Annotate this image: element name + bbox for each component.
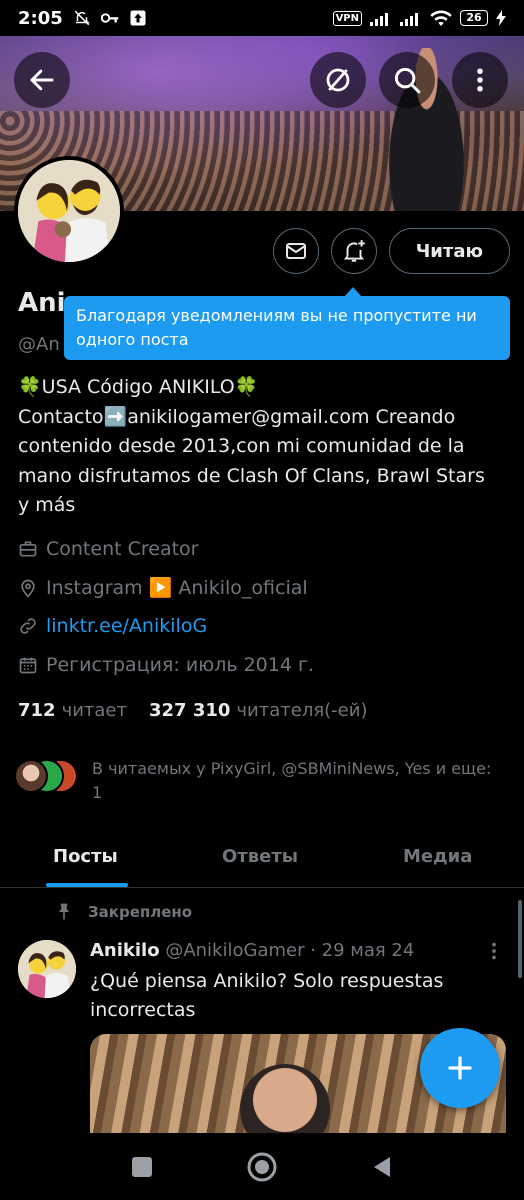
bell-muted-icon [74,10,90,26]
tab-posts[interactable]: Посты [53,846,118,867]
followers-stat[interactable]: 327 310 читателя(-ей) [149,700,367,721]
triangle-back-icon [374,1157,390,1177]
signal-icon [370,13,388,26]
status-time: 2:05 [18,7,63,29]
more-vertical-icon [477,68,483,92]
search-button[interactable] [379,52,435,108]
tab-indicator [46,883,128,887]
wifi-icon [430,10,452,26]
vpn-badge: VPN [332,10,362,26]
status-bar: 2:05 VPN 26 [0,0,524,36]
search-icon [394,67,421,94]
arrow-left-icon [30,69,54,91]
profile-handle: @An [18,334,60,355]
notify-button[interactable] [330,228,377,274]
key-icon [100,13,119,23]
avatar-illustration [18,160,120,262]
notification-tooltip[interactable]: Благодаря уведомлениям вы не пропустите … [64,287,510,360]
recents-button[interactable] [126,1151,158,1183]
battery-indicator: 26 [460,10,488,26]
message-button[interactable] [272,228,319,274]
circle-icon [247,1152,277,1182]
bell-plus-icon [343,240,365,262]
envelope-icon [285,243,306,259]
pinned-label: Закреплено [88,903,193,921]
tweet-author-avatar[interactable] [18,940,76,998]
eye-off-icon [326,68,350,92]
joined-label: Регистрация: июль 2014 г. [46,654,314,676]
tweet-more-button[interactable] [486,940,502,967]
tab-replies[interactable]: Ответы [222,846,298,867]
hide-button[interactable] [310,52,366,108]
compose-button[interactable] [420,1028,500,1108]
back-nav-button[interactable] [366,1151,398,1183]
briefcase-icon [19,541,37,557]
location-pin-icon [21,579,35,598]
upload-box-icon [130,10,146,26]
tooltip-text: Благодаря уведомлениям вы не пропустите … [76,306,477,349]
following-stat[interactable]: 712 читает [18,700,127,721]
profile-joined: Регистрация: июль 2014 г. [18,654,314,676]
signal-icon-2 [400,13,418,26]
pin-icon [59,903,69,920]
system-nav-bar [0,1133,524,1200]
media-face-shape [240,1064,330,1134]
followed-by[interactable]: В читаемых у PixyGirl, @SBMiniNews, Yes … [14,757,492,805]
mini-avatar-1 [14,759,48,793]
profile-tabs: Посты Ответы Медиа [0,830,524,888]
website-link[interactable]: linktr.ee/AnikiloG [46,615,207,637]
following-button[interactable]: Читаю [388,228,510,274]
tweet-author-name[interactable]: Anikilo [90,940,160,961]
scrollbar[interactable] [518,900,522,978]
category-label: Content Creator [46,538,199,560]
square-icon [132,1157,152,1177]
tweet-header: Anikilo @AnikiloGamer · 29 мая 24 [90,940,414,961]
link-icon [20,618,36,634]
follower-avatars [14,757,80,795]
more-vertical-icon [492,942,496,960]
profile-location: Instagram ▶️ Anikilo_oficial [18,576,308,599]
profile-avatar[interactable] [14,156,124,266]
pinned-label-row: Закреплено [54,902,192,922]
profile-category: Content Creator [18,538,198,560]
tab-media[interactable]: Медиа [403,846,472,867]
tooltip-arrow [344,287,362,297]
profile-name: Ani [18,288,66,318]
home-button[interactable] [246,1151,278,1183]
back-button[interactable] [14,52,70,108]
profile-bio: 🍀USA Código ANIKILO🍀 Contacto➡️anikiloga… [18,376,485,516]
more-options-button[interactable] [452,52,508,108]
plus-icon [448,1056,472,1080]
avatar-illustration [18,940,76,998]
location-label: Instagram ▶️ Anikilo_oficial [46,577,308,599]
calendar-icon [19,657,37,674]
charging-icon [496,10,506,26]
followed-by-text: В читаемых у PixyGirl, @SBMiniNews, Yes … [92,759,492,802]
profile-actions: Читаю [272,228,510,274]
tweet-text: ¿Qué piensa Anikilo? Solo respuestas inc… [90,970,444,1021]
tweet-handle-date: @AnikiloGamer · 29 мая 24 [165,940,415,961]
profile-website: linktr.ee/AnikiloG [18,615,207,637]
follow-stats: 712 читает 327 310 читателя(-ей) [18,700,367,721]
